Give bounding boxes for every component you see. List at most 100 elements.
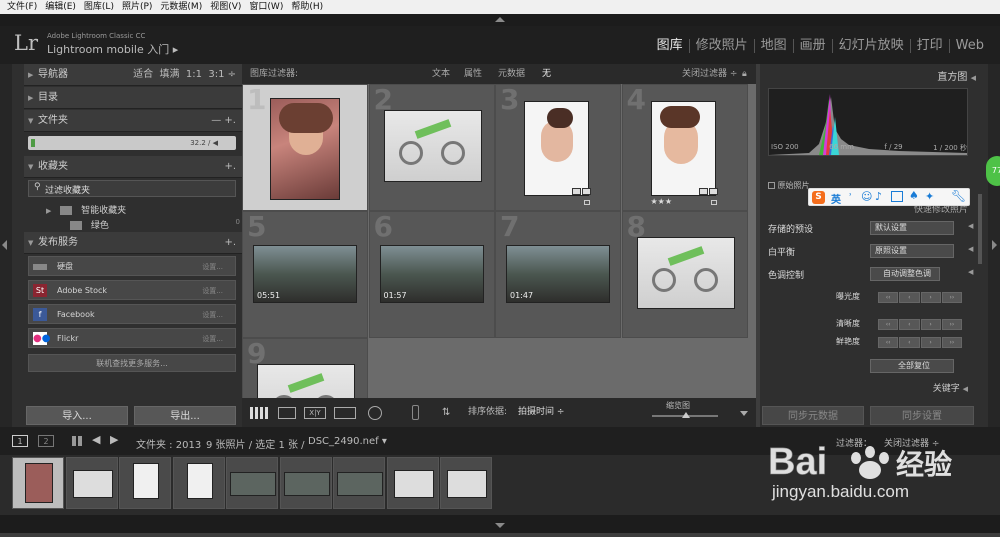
module-tab[interactable]: 修改照片	[690, 39, 755, 53]
folder-add-remove[interactable]: — +.	[211, 110, 236, 132]
mic-icon[interactable]: ♪	[875, 190, 882, 203]
compare-view-icon[interactable]: X|Y	[304, 407, 326, 419]
sort-select[interactable]: 拍摄时间 ÷	[518, 398, 564, 427]
right-panel-toggle[interactable]	[988, 64, 1000, 427]
keywords-header[interactable]: 关键字 ◀	[768, 381, 968, 394]
filmstrip-thumbnail[interactable]	[279, 457, 332, 509]
zoom-fill[interactable]: 填满	[160, 69, 180, 80]
lock-icon[interactable]: 🔒︎	[742, 64, 747, 84]
emoji-icon[interactable]: ☺	[861, 190, 872, 203]
people-view-icon[interactable]	[368, 406, 382, 420]
filmstrip-thumbnail[interactable]	[440, 457, 492, 509]
service-settings[interactable]: 设置...	[202, 257, 223, 277]
module-tab[interactable]: 地图	[755, 39, 794, 53]
loupe-view-icon[interactable]	[278, 407, 296, 419]
find-more-services-button[interactable]: 联机查找更多服务...	[28, 354, 236, 372]
comment-badge-icon[interactable]	[708, 188, 718, 195]
grid-cell[interactable]: 6 01:57	[368, 210, 495, 338]
menu-item[interactable]: 元数据(M)	[156, 0, 206, 14]
grid-cell[interactable]: 2	[368, 84, 495, 211]
zoom-fit[interactable]: 适合	[133, 69, 153, 80]
auto-tone-button[interactable]: 自动调整色调	[870, 267, 940, 281]
flag-icon[interactable]	[584, 200, 590, 205]
module-tab[interactable]: 打印	[911, 39, 950, 53]
service-settings[interactable]: 设置...	[202, 281, 223, 301]
skin-icon[interactable]: ♠	[909, 189, 919, 202]
publish-adobe-stock[interactable]: St Adobe Stock 设置...	[28, 280, 236, 300]
filename-select[interactable]: DSC_2490.nef ▾	[308, 436, 387, 447]
export-button[interactable]: 导出...	[134, 406, 236, 425]
publish-hard-drive[interactable]: 硬盘 设置...	[28, 256, 236, 276]
filmstrip-thumbnail[interactable]	[333, 457, 385, 509]
filter-none[interactable]: 无	[542, 64, 551, 84]
sync-metadata-button[interactable]: 同步元数据	[762, 406, 864, 425]
saved-preset-select[interactable]: 默认设置	[870, 221, 954, 235]
folders-header[interactable]: ▼ 文件夹 — +.	[24, 110, 242, 132]
slider-handle[interactable]	[682, 412, 690, 418]
menu-item[interactable]: 编辑(E)	[41, 0, 80, 14]
wrench-icon[interactable]: 🔧︎	[951, 189, 966, 203]
catalog-header[interactable]: ▶ 目录	[24, 87, 242, 109]
publish-flickr[interactable]: ●● Flickr 设置...	[28, 328, 236, 348]
smart-collection-item[interactable]: ▶ 智能收藏夹	[46, 203, 126, 216]
collapse-right-icon[interactable]	[992, 240, 997, 250]
histogram[interactable]: ISO 200 66 mm f / 29 1 / 200 秒	[768, 88, 968, 156]
grid-cell[interactable]: 4 ★★★	[621, 84, 748, 211]
comment-badge-icon[interactable]	[582, 188, 591, 195]
collections-header[interactable]: ▼ 收藏夹 +.	[24, 156, 242, 178]
star-rating[interactable]: ★★★	[651, 197, 673, 206]
expand-icon[interactable]: ◀	[968, 222, 973, 230]
filmstrip-thumbnail[interactable]	[386, 457, 439, 509]
reset-all-button[interactable]: 全部复位	[870, 359, 954, 373]
filter-attribute[interactable]: 属性	[464, 64, 482, 84]
navigator-zoom-options[interactable]: 适合 填满 1:1 3:1 ÷	[133, 64, 236, 86]
green-collection-item[interactable]: 绿色 0	[70, 218, 240, 231]
grid-icon[interactable]	[72, 436, 82, 446]
checkbox-icon[interactable]	[768, 182, 775, 189]
keyboard-icon[interactable]	[891, 191, 903, 202]
vibrance-stepper[interactable]: ‹‹ ‹ › ››	[878, 337, 962, 348]
grid-cell[interactable]: 7 01:47	[495, 210, 621, 338]
collection-filter[interactable]: ⚲ 过滤收藏夹	[28, 180, 236, 197]
add-publish-button[interactable]: +.	[224, 232, 236, 254]
menu-item[interactable]: 文件(F)	[3, 0, 41, 14]
filter-text[interactable]: 文本	[432, 64, 450, 84]
module-tab[interactable]: Web	[950, 39, 990, 53]
secondary-display-button[interactable]: 2	[38, 435, 54, 447]
menu-item[interactable]: 帮助(H)	[287, 0, 327, 14]
module-tab[interactable]: 画册	[794, 39, 833, 53]
sogou-icon[interactable]: S	[812, 191, 825, 204]
collapse-top-icon[interactable]	[495, 17, 505, 22]
zoom-1-1[interactable]: 1:1	[186, 69, 202, 80]
flag-icon[interactable]	[710, 200, 717, 205]
filmstrip-thumbnail[interactable]	[226, 457, 278, 509]
forward-arrow-icon[interactable]: ▶	[110, 433, 118, 446]
import-button[interactable]: 导入...	[26, 406, 128, 425]
folder-path[interactable]: 文件夹 : 2013	[136, 436, 201, 451]
settings-icon[interactable]: ✦	[925, 190, 934, 203]
punctuation-icon[interactable]: ˒	[849, 190, 852, 201]
grid-cell[interactable]: 8	[621, 210, 748, 338]
collapse-left-icon[interactable]	[2, 240, 7, 250]
left-panel-toggle[interactable]	[0, 64, 12, 427]
expand-icon[interactable]: ◀	[968, 268, 973, 276]
right-panel-scrollbar[interactable]	[978, 194, 982, 264]
filmstrip-thumbnail[interactable]	[119, 457, 171, 509]
sort-direction-icon[interactable]: ⇅	[442, 398, 450, 427]
spray-can-icon[interactable]	[412, 405, 419, 420]
menu-item[interactable]: 窗口(W)	[245, 0, 287, 14]
primary-display-button[interactable]: 1	[12, 435, 28, 447]
publish-header[interactable]: ▼ 发布服务 +.	[24, 232, 242, 254]
back-arrow-icon[interactable]: ◀	[92, 433, 100, 446]
filter-metadata[interactable]: 元数据	[498, 64, 525, 84]
survey-view-icon[interactable]	[334, 407, 356, 419]
menu-item[interactable]: 照片(P)	[118, 0, 156, 14]
filmstrip-thumbnail[interactable]	[172, 457, 225, 509]
top-panel-toggle[interactable]	[0, 14, 1000, 26]
edit-badge-icon[interactable]	[698, 188, 708, 195]
menu-item[interactable]: 图库(L)	[80, 0, 118, 14]
publish-facebook[interactable]: f Facebook 设置...	[28, 304, 236, 324]
service-settings[interactable]: 设置...	[202, 305, 223, 325]
menu-item[interactable]: 视图(V)	[206, 0, 245, 14]
ime-language[interactable]: 英	[831, 191, 841, 206]
